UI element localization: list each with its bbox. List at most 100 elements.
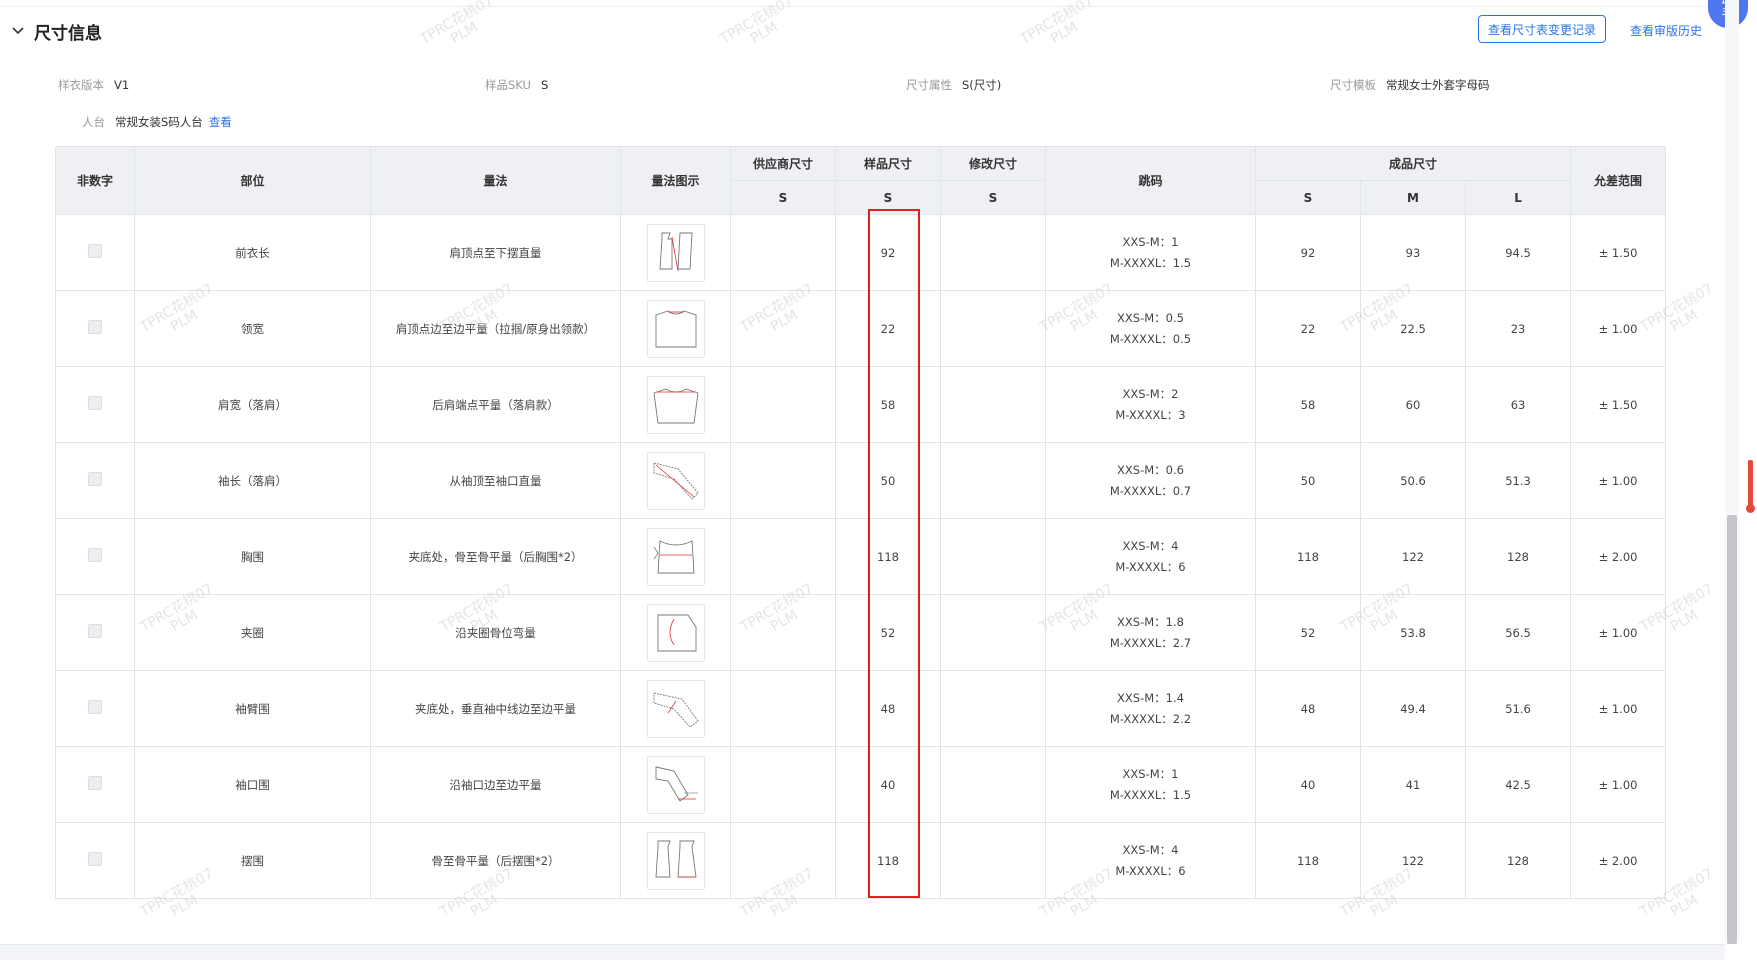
revised-size-cell[interactable] [940,518,1046,595]
finished-s-cell: 50 [1255,442,1361,519]
part-cell: 前衣长 [134,214,371,291]
method-cell: 沿袖口边至边平量 [370,746,621,823]
supplier-size-cell[interactable] [730,746,836,823]
non-numeric-checkbox[interactable] [88,396,102,410]
revised-size-cell[interactable] [940,290,1046,367]
grading-range-1: XXS-M：1.8 [1117,614,1184,629]
non-numeric-checkbox[interactable] [88,548,102,562]
meta-label: 尺寸属性 [906,78,952,92]
supplier-size-cell[interactable] [730,290,836,367]
supplier-size-cell[interactable] [730,442,836,519]
method-cell: 骨至骨平量（后摆围*2） [370,822,621,899]
revised-size-cell[interactable] [940,366,1046,443]
section-header[interactable]: 尺寸信息 [10,18,102,44]
non-numeric-checkbox[interactable] [88,700,102,714]
watermark: TPRC花桃07 PLM [1017,0,1104,60]
revised-size-cell[interactable] [940,822,1046,899]
watermark-line: PLM [748,19,781,48]
supplier-size-cell[interactable] [730,670,836,747]
grading-range-2: M-XXXXL：2.2 [1109,711,1192,726]
diagram-cell [620,594,731,671]
non-numeric-checkbox[interactable] [88,852,102,866]
grading-cell: XXS-M：1 M-XXXXL：1.5 [1045,214,1256,291]
size-change-history-button[interactable]: 查看尺寸表变更记录 [1478,15,1606,43]
measurement-diagram-thumbnail[interactable] [646,527,705,586]
revised-size-cell[interactable] [940,670,1046,747]
measurement-diagram-thumbnail[interactable] [646,755,705,814]
grading-cell: XXS-M：0.5 M-XXXXL：0.5 [1045,290,1256,367]
col-header-non-numeric: 非数字 [55,146,135,215]
revised-size-cell[interactable] [940,746,1046,823]
col-header-supplier-size: 供应商尺寸 [730,146,836,181]
sample-size-cell: 118 [835,822,941,899]
measurement-diagram-thumbnail[interactable] [646,679,705,738]
revised-size-cell[interactable] [940,214,1046,291]
measurement-diagram-thumbnail[interactable] [646,451,705,510]
finished-m-cell: 122 [1360,518,1466,595]
part-cell: 袖口围 [134,746,371,823]
measurement-diagram-thumbnail[interactable] [646,223,705,282]
side-indicator-dot [1746,504,1755,513]
watermark-line: PLM [448,19,481,48]
non-numeric-cell [55,442,135,519]
revised-size-cell[interactable] [940,442,1046,519]
supplier-size-cell[interactable] [730,518,836,595]
method-cell: 后肩端点平量（落肩款） [370,366,621,443]
supplier-size-cell[interactable] [730,594,836,671]
grading-range-1: XXS-M：0.6 [1117,462,1184,477]
meta-dress-form: 人台 常规女装S码人台 查看 [82,114,232,130]
chevron-down-icon[interactable] [10,23,26,39]
table-row: 前衣长 肩顶点至下摆直量 92 XXS-M：1 M-XXXXL：1.5 92 93 94.5 ±… [55,214,1667,291]
method-cell: 从袖顶至袖口直量 [370,442,621,519]
sample-size-cell: 92 [835,214,941,291]
part-cell: 袖臂围 [134,670,371,747]
finished-m-cell: 22.5 [1360,290,1466,367]
non-numeric-checkbox[interactable] [88,472,102,486]
grading-range-2: M-XXXXL：0.7 [1109,483,1192,498]
diagram-cell [620,670,731,747]
sample-size-cell: 50 [835,442,941,519]
measurement-diagram-thumbnail[interactable] [646,603,705,662]
part-cell: 袖长（落肩） [134,442,371,519]
measurement-diagram-thumbnail[interactable] [646,375,705,434]
supplier-size-cell[interactable] [730,366,836,443]
supplier-size-cell[interactable] [730,822,836,899]
meta-sample-sku: 样品SKU S [485,77,548,93]
finished-m-cell: 50.6 [1360,442,1466,519]
meta-value: 常规女士外套字母码 [1386,78,1490,92]
non-numeric-cell [55,214,135,291]
non-numeric-checkbox[interactable] [88,244,102,258]
supplier-size-cell[interactable] [730,214,836,291]
finished-s-cell: 22 [1255,290,1361,367]
vertical-scrollbar-thumb[interactable] [1727,515,1737,944]
revised-size-cell[interactable] [940,594,1046,671]
view-dress-form-link[interactable]: 查看 [209,115,232,129]
diagram-cell [620,518,731,595]
non-numeric-checkbox[interactable] [88,320,102,334]
col-header-tolerance: 允差范围 [1570,146,1667,215]
grading-range-1: XXS-M：4 [1122,538,1179,553]
grading-range-2: M-XXXXL：0.5 [1109,331,1192,346]
non-numeric-checkbox[interactable] [88,624,102,638]
finished-l-cell: 23 [1464,290,1572,367]
finished-m-cell: 41 [1360,746,1466,823]
grading-range-2: M-XXXXL：6 [1115,559,1186,574]
meta-label: 样品SKU [485,78,531,92]
non-numeric-checkbox[interactable] [88,776,102,790]
finished-l-cell: 51.6 [1464,670,1572,747]
watermark-line: TPRC花桃07 [717,0,797,48]
table-row: 袖口围 沿袖口边至边平量 40 XXS-M：1 M-XXXXL：1.5 40 41 42.5 ±… [55,746,1667,823]
measurement-diagram-thumbnail[interactable] [646,831,705,890]
meta-size-template: 尺寸模板 常规女士外套字母码 [1330,77,1490,93]
meta-label: 样衣版本 [58,78,104,92]
sub-header-finished-l: L [1464,180,1572,215]
review-history-link[interactable]: 查看审版历史 [1630,22,1702,39]
method-cell: 沿夹圈骨位弯量 [370,594,621,671]
finished-l-cell: 94.5 [1464,214,1572,291]
measurement-diagram-thumbnail[interactable] [646,299,705,358]
col-header-diagram: 量法图示 [620,146,731,215]
sample-size-cell: 22 [835,290,941,367]
finished-l-cell: 128 [1464,518,1572,595]
finished-s-cell: 52 [1255,594,1361,671]
non-numeric-cell [55,670,135,747]
